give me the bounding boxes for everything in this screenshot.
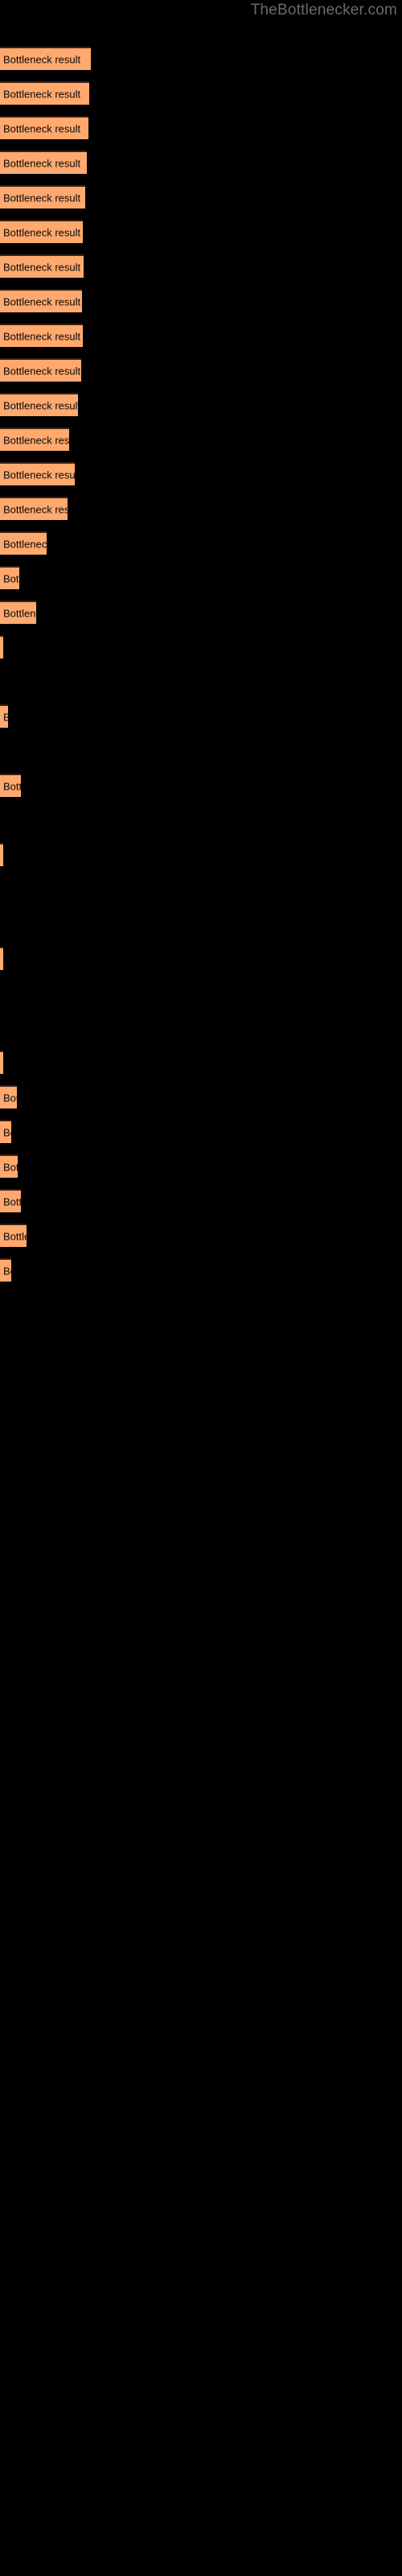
bar[interactable]: Bottleneck result [0,566,19,589]
bar-label: Bottleneck result [3,1092,17,1104]
bar[interactable]: Bottleneck result [0,427,69,451]
bar-label: Bottleneck result [3,1265,11,1277]
bar-label: Bottleneck result [3,295,81,308]
bar[interactable]: Bottleneck result [0,1224,27,1247]
bar[interactable]: Bottleneck result [0,1154,18,1178]
bar[interactable]: Bottleneck result [0,531,47,555]
bar-label: Bottleneck result [3,469,75,481]
bar[interactable]: Bottleneck result [0,254,84,278]
bar-label: Bottleneck result [3,1195,21,1208]
bottleneck-bar-chart: TheBottlenecker.com Bottleneck result Bot… [0,0,402,2576]
bar[interactable]: Bottleneck result [0,185,85,208]
bar-label: Bottleneck result [3,261,81,273]
bar-label: Bottleneck result [3,399,78,411]
bar[interactable]: Bottleneck result [0,358,81,382]
bar-label: Bottleneck result [3,192,81,204]
bar[interactable]: Bottleneck result [0,947,3,970]
bar-label: Bottleneck result [3,572,19,584]
bar-label: Bottleneck result [3,53,81,65]
bar[interactable]: Bottleneck result [0,1258,11,1282]
bar[interactable]: Bottleneck result [0,289,82,312]
bar[interactable]: Bottleneck result [0,220,83,243]
bar-label: Bottleneck result [3,157,81,169]
bar-label: Bottleneck result [3,712,8,722]
bar[interactable]: Bottleneck result [0,151,87,174]
bar[interactable]: Bottleneck result [0,116,88,139]
bar-label: Bottleneck result [3,780,21,792]
bar[interactable]: Bottleneck result [0,843,3,866]
bar[interactable]: Bottleneck result [0,81,89,105]
bar-label: Bottleneck result [3,607,36,619]
bar[interactable]: Bottleneck result [0,324,83,347]
site-watermark: TheBottlenecker.com [250,2,397,19]
bar[interactable]: Bottleneck result [0,1085,17,1108]
bar-label: Bottleneck result [3,365,81,377]
bar-label: Bottleneck result [3,434,69,446]
bar-label: Bottleneck result [3,330,81,342]
bar-label: Bottleneck result [3,122,81,134]
bar[interactable]: Bottleneck result [0,393,78,416]
bar[interactable]: Bottleneck result [0,774,21,797]
bar[interactable]: Bottleneck result [0,704,8,728]
bar-label: Bottleneck result [3,226,81,238]
bar[interactable]: Bottleneck result [0,497,68,520]
bar[interactable]: Bottleneck result [0,47,91,70]
bar[interactable]: Bottleneck result [0,1051,3,1074]
bar[interactable]: Bottleneck result [0,601,36,624]
bar[interactable]: Bottleneck result [0,1120,11,1143]
bar[interactable]: Bottleneck result [0,635,3,658]
bar-label: Bottleneck result [3,1126,11,1138]
bar-label: Bottleneck result [3,538,47,550]
bar[interactable]: Bottleneck result [0,1189,21,1212]
bar-label: Bottleneck result [3,1161,18,1173]
bar[interactable]: Bottleneck result [0,462,75,485]
bar-label: Bottleneck result [3,503,68,515]
bar-label: Bottleneck result [3,1230,27,1242]
bar-label: Bottleneck result [3,88,81,100]
